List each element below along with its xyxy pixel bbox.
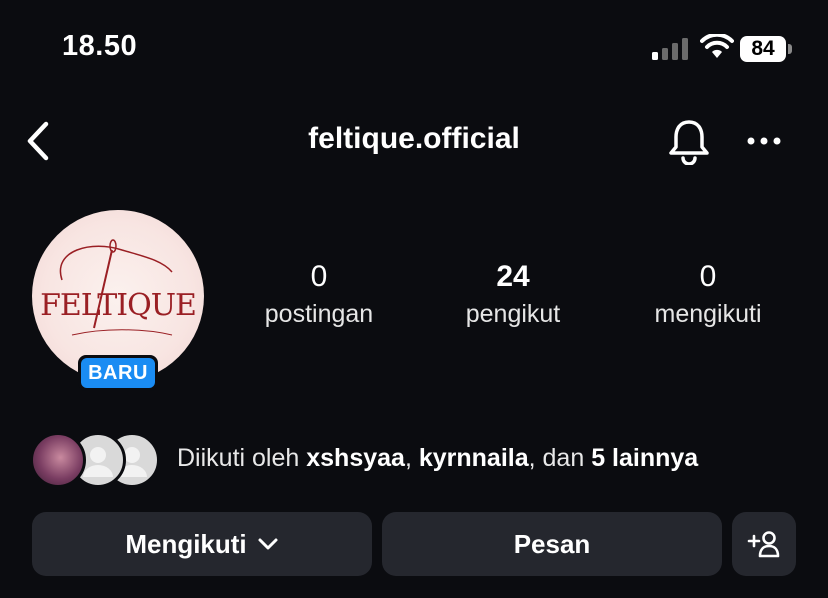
add-person-icon — [747, 531, 780, 558]
follower-name-2[interactable]: kyrnnaila — [419, 444, 529, 472]
new-badge-label: BARU — [81, 358, 155, 388]
stat-followers-value: 24 — [496, 260, 530, 293]
new-badge: BARU — [78, 355, 158, 391]
stat-following-label: mengikuti — [654, 300, 762, 328]
followers-others[interactable]: 5 lainnya — [591, 444, 698, 472]
follower-avatar[interactable] — [30, 432, 86, 488]
separator: , — [404, 444, 412, 472]
avatar-logo-text: FELTIQUE — [40, 288, 197, 323]
stat-followers-label: pengikut — [465, 300, 561, 328]
battery-indicator: 84 — [740, 36, 796, 64]
message-button-label: Pesan — [513, 528, 591, 559]
followed-by-and: , dan — [528, 444, 585, 472]
stat-posts[interactable]: 0 postingan — [229, 260, 409, 329]
more-horizontal-icon[interactable] — [744, 126, 784, 156]
status-time: 18.50 — [62, 30, 138, 62]
stat-followers[interactable]: 24 pengikut — [423, 260, 603, 329]
stat-posts-label: postingan — [264, 300, 374, 328]
bell-icon[interactable] — [666, 117, 712, 165]
followed-by-prefix: Diikuti oleh — [177, 444, 300, 472]
cellular-signal-icon — [652, 38, 688, 60]
suggest-user-button[interactable] — [732, 512, 796, 576]
wifi-icon — [700, 34, 734, 58]
following-button-label: Mengikuti — [125, 528, 247, 559]
following-button[interactable]: Mengikuti — [32, 512, 372, 576]
message-button[interactable]: Pesan — [382, 512, 722, 576]
followed-by-text[interactable]: Diikuti oleh xshsyaa, kyrnnaila, dan 5 l… — [177, 444, 698, 473]
chevron-down-icon — [258, 538, 278, 550]
stat-posts-value: 0 — [310, 260, 328, 293]
battery-tip — [788, 44, 792, 54]
stat-following[interactable]: 0 mengikuti — [618, 260, 798, 329]
stat-following-value: 0 — [699, 260, 717, 293]
battery-level: 84 — [740, 36, 786, 62]
follower-name-1[interactable]: xshsyaa — [306, 444, 405, 472]
